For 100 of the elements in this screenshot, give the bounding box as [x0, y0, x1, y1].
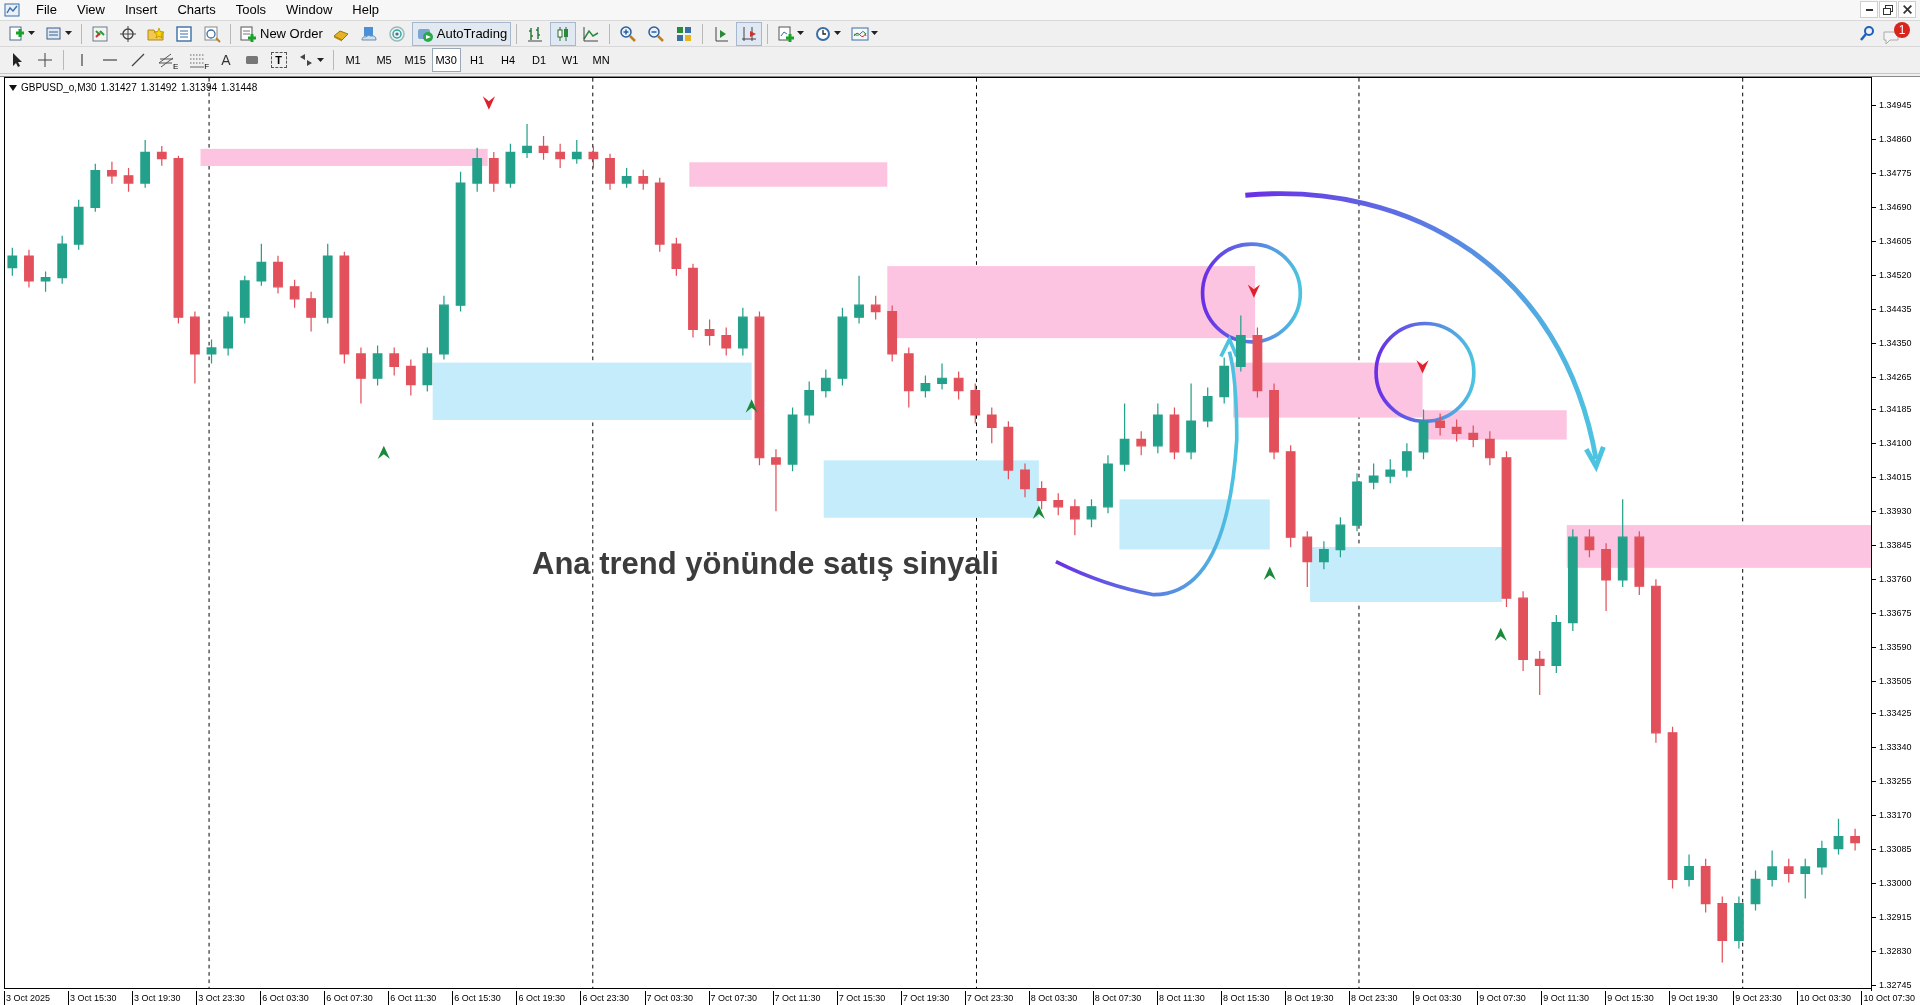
- timeframe-button[interactable]: M15: [400, 48, 430, 72]
- time-label: 9 Oct 07:30: [1477, 991, 1526, 1005]
- sell-arrow-icon: [482, 96, 495, 110]
- price-label: 1.33930: [1879, 505, 1912, 518]
- candle: [1684, 854, 1694, 888]
- candle: [90, 163, 101, 213]
- price-label: 1.34435: [1879, 303, 1912, 316]
- menu-item[interactable]: Insert: [114, 0, 168, 20]
- menu-item[interactable]: Help: [342, 0, 390, 20]
- price-label: 1.34265: [1879, 371, 1912, 384]
- menu-item[interactable]: Charts: [167, 0, 226, 20]
- candle: [986, 406, 997, 444]
- candle: [1219, 356, 1230, 404]
- candle: [156, 145, 167, 167]
- candle: [870, 295, 881, 321]
- timeframe-button[interactable]: MN: [586, 48, 616, 72]
- candle: [206, 338, 217, 365]
- time-label: 10 Oct 03:30: [1797, 991, 1851, 1005]
- minimize-button[interactable]: [1860, 1, 1878, 18]
- time-label: 6 Oct 19:30: [516, 991, 565, 1005]
- timeframe-button[interactable]: H1: [462, 48, 492, 72]
- candle: [372, 344, 383, 387]
- price-label: 1.33340: [1879, 741, 1912, 754]
- menu-item[interactable]: Window: [276, 0, 343, 20]
- candle: [256, 243, 267, 287]
- candle: [1783, 858, 1794, 884]
- menu-item[interactable]: View: [66, 0, 115, 20]
- candle: [1451, 418, 1462, 442]
- timeframe-button[interactable]: M5: [369, 48, 399, 72]
- candle: [1734, 895, 1744, 950]
- candle: [854, 275, 864, 325]
- time-label: 6 Oct 15:30: [452, 991, 501, 1005]
- price-label: 1.32745: [1879, 979, 1912, 992]
- candle: [505, 143, 516, 189]
- price-label: 1.34185: [1879, 403, 1912, 416]
- timeframe-button[interactable]: M1: [338, 48, 368, 72]
- timeframe-button[interactable]: H4: [493, 48, 523, 72]
- candle: [488, 151, 499, 193]
- price-label: 1.34350: [1879, 337, 1912, 350]
- candle: [671, 237, 682, 277]
- price-value: 1.31394: [180, 81, 218, 95]
- candle: [1020, 462, 1030, 498]
- new-order-button[interactable]: New Order: [236, 21, 326, 46]
- time-label: 9 Oct 03:30: [1413, 991, 1462, 1005]
- candlestick-icon[interactable]: [550, 21, 577, 46]
- candle: [405, 358, 416, 397]
- candle: [1003, 420, 1014, 480]
- time-label: 3 Oct 2025: [4, 991, 51, 1005]
- price-label: 1.33590: [1879, 641, 1912, 654]
- candle: [555, 143, 566, 169]
- timeframe-button[interactable]: M30: [431, 48, 461, 72]
- candle: [1767, 849, 1778, 888]
- close-button[interactable]: [1898, 1, 1916, 18]
- price-label: 1.34860: [1879, 133, 1912, 145]
- text-label-tool-button[interactable]: T: [266, 48, 291, 72]
- time-label: 3 Oct 19:30: [132, 991, 181, 1005]
- candle: [1103, 454, 1113, 514]
- menu-item[interactable]: Tools: [225, 0, 277, 20]
- candle: [771, 448, 781, 512]
- collapse-icon[interactable]: [9, 84, 17, 91]
- time-label: 8 Oct 15:30: [1220, 991, 1270, 1005]
- price-label: 1.34015: [1879, 471, 1912, 484]
- candle: [970, 382, 981, 425]
- candle: [1152, 402, 1163, 454]
- document-plus-icon: [239, 24, 257, 43]
- timeframe-button[interactable]: D1: [524, 48, 554, 72]
- candle: [73, 199, 84, 251]
- candle: [1402, 442, 1412, 478]
- candle: [571, 139, 582, 165]
- autoscroll-icon[interactable]: [736, 21, 763, 46]
- candle: [1036, 480, 1047, 510]
- price-label: 1.33760: [1879, 573, 1912, 586]
- candle: [737, 307, 748, 357]
- timeframe-button[interactable]: W1: [555, 48, 585, 72]
- price-label: 1.33505: [1879, 675, 1912, 688]
- candle: [7, 247, 18, 277]
- menu-item[interactable]: File: [26, 0, 67, 20]
- auto-trading-button[interactable]: AutoTrading: [411, 21, 512, 46]
- candle: [920, 374, 931, 399]
- time-label: 8 Oct 11:30: [1156, 991, 1205, 1005]
- close-icon: [1902, 5, 1912, 14]
- candle: [1385, 458, 1396, 484]
- candle: [1136, 430, 1147, 456]
- price-label: 1.32830: [1879, 945, 1912, 958]
- candle: [1086, 498, 1097, 528]
- restore-button[interactable]: [1879, 1, 1897, 18]
- time-label: 8 Oct 07:30: [1092, 991, 1142, 1005]
- candle: [123, 167, 134, 193]
- candle: [1534, 650, 1545, 696]
- text-tool-button[interactable]: A: [215, 48, 237, 72]
- candle: [1601, 542, 1611, 612]
- candle: [1053, 492, 1064, 516]
- candle: [1700, 858, 1711, 914]
- buy-arrow-icon: [1263, 566, 1276, 581]
- price-value: 1.31448: [221, 81, 258, 95]
- time-label: 7 Oct 07:30: [708, 991, 758, 1005]
- notification-badge: 1: [1894, 21, 1910, 38]
- candle: [721, 326, 732, 357]
- candle: [40, 271, 51, 293]
- price-label: 1.34520: [1879, 269, 1912, 282]
